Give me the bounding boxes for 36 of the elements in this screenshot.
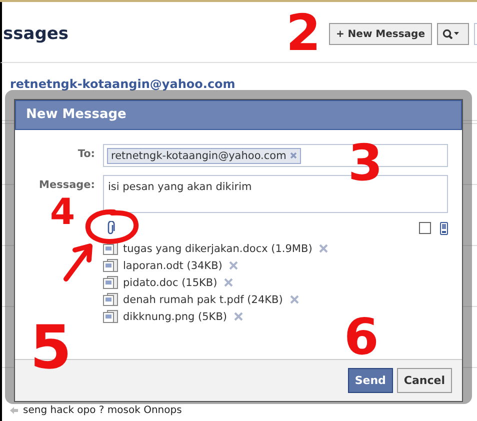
cancel-button[interactable]: Cancel (396, 368, 452, 393)
handwritten-number: 4 (50, 195, 76, 231)
remove-icon (319, 244, 328, 253)
remove-icon (290, 152, 298, 159)
attachment-name: laporan.odt (34KB) (123, 260, 222, 272)
handwritten-number: 5 (30, 318, 72, 378)
send-button[interactable]: Send (348, 368, 393, 393)
document-icon (103, 276, 118, 289)
handwritten-number: 2 (286, 8, 321, 58)
remove-icon (224, 278, 234, 287)
attachment-name: pidato.doc (15KB) (123, 276, 218, 288)
page-title: ssages (3, 23, 69, 44)
remove-icon (229, 261, 238, 270)
recipient-token[interactable]: retnetngk-kotaangin@yahoo.com (107, 148, 302, 164)
field-label: To: (76, 147, 95, 160)
recipient-name: retnetngk-kotaangin@yahoo.com (111, 150, 286, 162)
remove-icon (290, 295, 299, 304)
conversation-name[interactable]: retnetngk-kotaangin@yahoo.com (10, 77, 236, 91)
dialog-title: New Message (15, 100, 462, 130)
search-icon (442, 29, 460, 39)
sms-checkbox[interactable] (419, 222, 431, 234)
paperclip-icon (107, 221, 115, 235)
new-message-button[interactable]: + New Message (328, 23, 432, 45)
remove-icon (234, 312, 243, 321)
phone-icon (440, 222, 448, 234)
search-button[interactable] (437, 23, 469, 45)
document-icon (103, 310, 118, 323)
message-snippet: seng hack opo ? mosok Onnops (23, 405, 182, 416)
field-label: Message: (38, 178, 95, 191)
handwritten-number: 6 (344, 312, 379, 362)
document-icon (103, 259, 118, 272)
document-icon (103, 293, 118, 306)
attachment-name: dikknung.png (5KB) (123, 310, 227, 322)
attachment-name: denah rumah pak t.pdf (24KB) (123, 294, 283, 306)
attachment-name: tugas yang dikerjakan.docx (1.9MB) (123, 242, 312, 254)
reply-arrow-icon (10, 407, 18, 414)
